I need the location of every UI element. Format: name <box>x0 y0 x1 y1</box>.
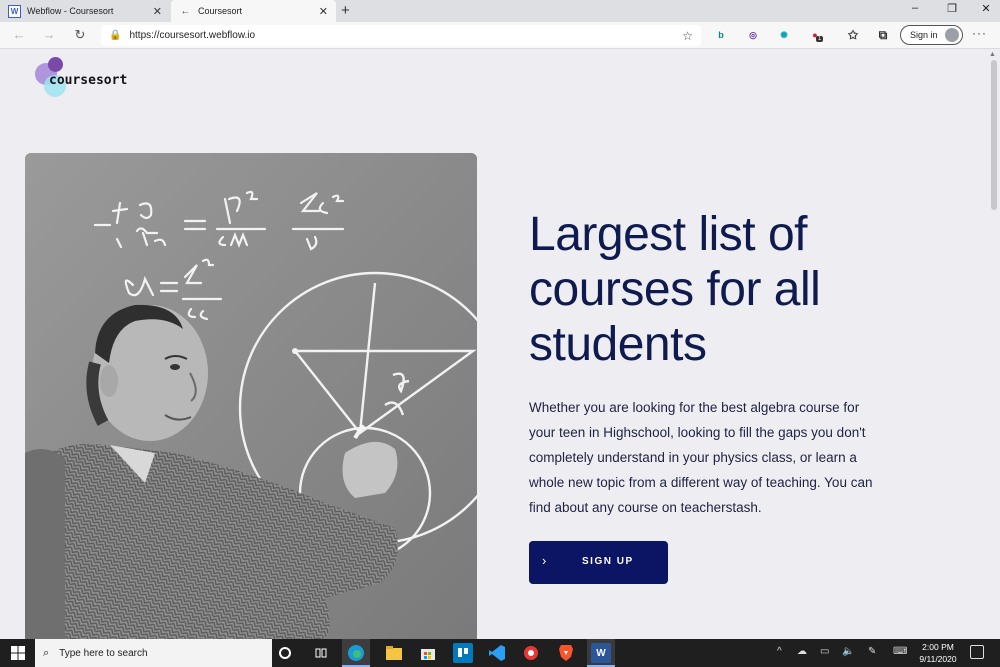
favorites-icon[interactable]: ✩ <box>846 28 860 42</box>
notification-center-icon[interactable] <box>970 645 984 659</box>
vscode-icon[interactable] <box>487 643 507 663</box>
address-bar[interactable]: 🔒 https://coursesort.webflow.io ☆ <box>101 25 701 46</box>
system-clock[interactable]: 2:00 PM 9/11/2020 <box>912 641 964 665</box>
minimize-icon[interactable]: – <box>905 2 925 14</box>
clock-date: 9/11/2020 <box>919 654 957 664</box>
sign-up-label: SIGN UP <box>582 556 634 567</box>
keyboard-icon[interactable]: ⌨ <box>893 646 907 657</box>
forward-icon[interactable]: → <box>40 27 58 42</box>
logo-circle <box>48 57 63 72</box>
tab-close-icon[interactable]: ✕ <box>319 5 328 18</box>
store-icon[interactable] <box>418 643 438 663</box>
taskbar-search[interactable]: ⌕ Type here to search <box>35 639 272 667</box>
sign-up-button[interactable]: › SIGN UP <box>529 541 668 584</box>
clock-time: 2:00 PM <box>922 642 954 652</box>
search-placeholder: Type here to search <box>59 647 148 659</box>
chalkboard-photo-illustration <box>25 153 477 639</box>
file-explorer-icon[interactable] <box>384 643 404 663</box>
scrollbar-thumb[interactable] <box>991 60 997 210</box>
loading-favicon-icon: ← <box>180 5 191 17</box>
bing-icon[interactable]: b <box>714 28 728 42</box>
sign-in-label: Sign in <box>910 30 938 40</box>
url-text[interactable]: https://coursesort.webflow.io <box>129 30 682 41</box>
windows-taskbar: ⌕ Type here to search W ^ ☁ ▭ 🔈 ✎ ⌨ 2:00… <box>0 639 1000 667</box>
record-icon[interactable] <box>521 643 541 663</box>
tab-label: Coursesort <box>198 6 243 16</box>
hero-photo <box>25 153 477 639</box>
browser-toolbar: ← → ↻ 🔒 https://coursesort.webflow.io ☆ … <box>0 22 1000 49</box>
vpn-icon[interactable]: ◎ <box>746 28 760 42</box>
tray-overflow-icon[interactable]: ^ <box>777 646 782 657</box>
refresh-icon[interactable]: ↻ <box>71 27 89 43</box>
windows-logo-icon <box>10 646 25 660</box>
restore-icon[interactable]: ❐ <box>942 2 962 15</box>
edge-icon[interactable] <box>346 643 366 663</box>
avatar <box>945 28 959 42</box>
search-icon: ⌕ <box>43 646 50 659</box>
tab-webflow[interactable]: W Webflow - Coursesort ✕ <box>0 0 170 22</box>
lock-icon: 🔒 <box>109 30 122 41</box>
volume-icon[interactable]: 🔈 <box>842 646 854 657</box>
tab-label: Webflow - Coursesort <box>27 6 114 16</box>
globe-icon[interactable]: ✺ <box>777 28 791 42</box>
logo-text: coursesort <box>49 73 128 88</box>
word-icon[interactable]: W <box>591 643 611 663</box>
extension-badge: 1 <box>816 36 824 42</box>
favorite-star-icon[interactable]: ☆ <box>682 29 693 43</box>
scroll-up-icon[interactable]: ▲ <box>989 51 996 58</box>
window-close-icon[interactable]: ✕ <box>976 2 996 15</box>
task-view-icon[interactable] <box>311 643 331 663</box>
pen-icon[interactable]: ✎ <box>868 646 876 657</box>
tab-close-icon[interactable]: ✕ <box>153 5 162 18</box>
tab-strip: W Webflow - Coursesort ✕ ← Coursesort ✕ … <box>0 0 1000 22</box>
back-icon[interactable]: ← <box>10 27 28 42</box>
brave-icon[interactable] <box>556 643 576 663</box>
tab-coursesort[interactable]: ← Coursesort ✕ <box>171 0 336 22</box>
webflow-favicon-icon: W <box>8 4 21 18</box>
sign-in-button[interactable]: Sign in <box>900 25 963 45</box>
new-tab-icon[interactable]: + <box>341 2 350 19</box>
hero-description: Whether you are looking for the best alg… <box>529 400 873 515</box>
collections-icon[interactable]: ⧉ <box>876 28 890 42</box>
page-content: coursesort Largest list of courses for a… <box>0 49 988 639</box>
chevron-right-icon: › <box>542 553 547 568</box>
more-menu-icon[interactable]: ··· <box>972 26 987 40</box>
page-title: Largest list of courses for all students <box>529 208 821 371</box>
start-button[interactable] <box>0 639 35 667</box>
trello-icon[interactable] <box>453 643 473 663</box>
battery-icon[interactable]: ▭ <box>820 646 829 657</box>
site-logo[interactable]: coursesort <box>35 57 155 97</box>
onedrive-icon[interactable]: ☁ <box>797 646 807 657</box>
cortana-icon[interactable] <box>279 647 291 659</box>
